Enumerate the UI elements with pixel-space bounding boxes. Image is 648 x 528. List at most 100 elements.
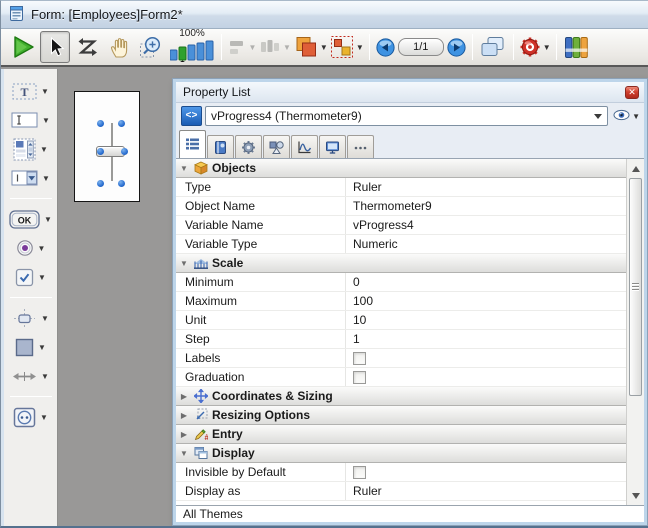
- chevron-down-icon[interactable]: ▼: [42, 174, 50, 183]
- tab-shapes-icon: [269, 140, 284, 155]
- chevron-down-icon[interactable]: ▼: [42, 116, 50, 125]
- section-label: Resizing Options: [212, 408, 310, 422]
- zoom-tool-button[interactable]: [136, 31, 166, 63]
- chevron-down-icon[interactable]: ▼: [38, 273, 46, 282]
- checkbox-tool[interactable]: ▼: [6, 265, 56, 289]
- pan-tool-button[interactable]: [104, 31, 134, 63]
- property-value[interactable]: vProgress4: [346, 218, 626, 232]
- checkbox[interactable]: [353, 371, 366, 384]
- tool-checkbox-icon: [15, 268, 34, 287]
- input-tool[interactable]: ▼: [6, 108, 56, 132]
- plugin-tool[interactable]: ▼: [6, 405, 56, 429]
- zoom-scale-control[interactable]: 100%: [170, 29, 214, 65]
- tab-settings[interactable]: [235, 135, 262, 158]
- checkbox[interactable]: [353, 466, 366, 479]
- vertical-scrollbar[interactable]: [626, 159, 644, 505]
- group-icon: [330, 35, 354, 59]
- slider-tool[interactable]: ▼: [6, 306, 56, 330]
- chevron-down-icon[interactable]: ▼: [41, 314, 49, 323]
- chevron-down-icon[interactable]: ▼: [44, 215, 52, 224]
- scroll-up-icon[interactable]: [627, 161, 644, 176]
- object-selector-dropdown[interactable]: vProgress4 (Thermometer9): [205, 106, 608, 126]
- tab-events[interactable]: [291, 135, 318, 158]
- chevron-down-icon[interactable]: ▼: [249, 43, 257, 52]
- chevron-down-icon[interactable]: ▼: [356, 43, 364, 52]
- property-value[interactable]: [346, 466, 626, 479]
- form-pages-button[interactable]: [478, 31, 508, 63]
- chevron-down-icon[interactable]: ▼: [40, 145, 48, 154]
- tab-objects[interactable]: [263, 135, 290, 158]
- selection-handle[interactable]: [97, 148, 104, 155]
- property-value[interactable]: 10: [346, 313, 626, 327]
- property-value[interactable]: Thermometer9: [346, 199, 626, 213]
- text-tool[interactable]: T▼: [6, 79, 56, 103]
- form-canvas[interactable]: [74, 91, 140, 202]
- property-value[interactable]: [346, 371, 626, 384]
- property-value[interactable]: Numeric: [346, 237, 626, 251]
- chevron-down-icon[interactable]: ▼: [320, 43, 328, 52]
- section-header-coordinates-sizing[interactable]: ▶Coordinates & Sizing: [176, 387, 626, 406]
- tab-book[interactable]: [207, 135, 234, 158]
- select-tool-button[interactable]: [40, 31, 70, 63]
- toolbar-separator: [221, 34, 222, 60]
- checkbox[interactable]: [353, 352, 366, 365]
- scrollbar-thumb[interactable]: [629, 178, 642, 396]
- property-list-titlebar[interactable]: Property List ✕: [176, 82, 644, 103]
- group-tools-button[interactable]: ▼: [330, 31, 364, 63]
- close-icon[interactable]: ✕: [625, 86, 639, 99]
- level-tools-button[interactable]: ▼: [293, 31, 328, 63]
- selection-handle[interactable]: [97, 120, 104, 127]
- property-value[interactable]: Ruler: [346, 180, 626, 194]
- window-title: Form: [Employees]Form2*: [31, 7, 183, 22]
- chevron-down-icon[interactable]: ▼: [41, 372, 49, 381]
- chevron-down-icon[interactable]: ▼: [543, 43, 551, 52]
- listbox-tool[interactable]: ▼: [6, 137, 56, 161]
- zoom-bars-icon[interactable]: [170, 40, 214, 65]
- tool-input-icon: [11, 112, 38, 128]
- property-value[interactable]: 1: [346, 332, 626, 346]
- tab-more[interactable]: [347, 135, 374, 158]
- radio-tool[interactable]: ▼: [6, 236, 56, 260]
- scroll-down-icon[interactable]: [627, 488, 644, 503]
- page-indicator[interactable]: 1/1: [398, 38, 444, 56]
- section-header-display[interactable]: ▼Display: [176, 444, 626, 463]
- selection-handle[interactable]: [97, 180, 104, 187]
- section-header-entry[interactable]: ▶#Entry: [176, 425, 626, 444]
- title-bar[interactable]: Form: [Employees]Form2*: [1, 1, 648, 29]
- previous-page-button[interactable]: [376, 38, 395, 57]
- selected-object-label: vProgress4 (Thermometer9): [211, 109, 594, 123]
- next-page-button[interactable]: [447, 38, 466, 57]
- entry-order-tool-button[interactable]: [72, 31, 102, 63]
- chevron-down-icon[interactable]: ▼: [283, 43, 291, 52]
- property-value[interactable]: 100: [346, 294, 626, 308]
- section-header-scale[interactable]: ▼Scale: [176, 254, 626, 273]
- property-value[interactable]: Ruler: [346, 484, 626, 498]
- combobox-tool[interactable]: ▼: [6, 166, 56, 190]
- form-settings-button[interactable]: ▼: [519, 31, 551, 63]
- property-value[interactable]: 0: [346, 275, 626, 289]
- tab-display[interactable]: [319, 135, 346, 158]
- chevron-down-icon[interactable]: ▼: [38, 343, 46, 352]
- align-tools-button[interactable]: ▼: [227, 31, 257, 63]
- books-icon: [563, 35, 590, 60]
- tab-property-list[interactable]: [179, 130, 206, 158]
- button-tool[interactable]: OK▼: [6, 207, 56, 231]
- form-workspace[interactable]: T▼▼▼▼OK▼▼▼▼▼▼▼ Property List ✕ <> vProgr…: [1, 69, 648, 526]
- show-hide-button[interactable]: ▼: [613, 109, 640, 124]
- object-library-button[interactable]: [562, 31, 592, 63]
- rectangle-tool[interactable]: ▼: [6, 335, 56, 359]
- selection-handle[interactable]: [118, 120, 125, 127]
- property-name: Labels: [176, 349, 346, 367]
- chevron-down-icon[interactable]: ▼: [38, 244, 46, 253]
- execute-form-button[interactable]: [8, 31, 38, 63]
- property-value[interactable]: [346, 352, 626, 365]
- chevron-down-icon[interactable]: ▼: [40, 413, 48, 422]
- section-header-objects[interactable]: ▼Objects: [176, 159, 626, 178]
- splitter-tool[interactable]: ▼: [6, 364, 56, 388]
- selection-handle[interactable]: [118, 180, 125, 187]
- distribute-tools-button[interactable]: ▼: [259, 31, 291, 63]
- selection-handle[interactable]: [121, 148, 128, 155]
- chevron-down-icon[interactable]: ▼: [41, 87, 49, 96]
- section-header-resizing-options[interactable]: ▶Resizing Options: [176, 406, 626, 425]
- status-text: All Themes: [183, 507, 243, 521]
